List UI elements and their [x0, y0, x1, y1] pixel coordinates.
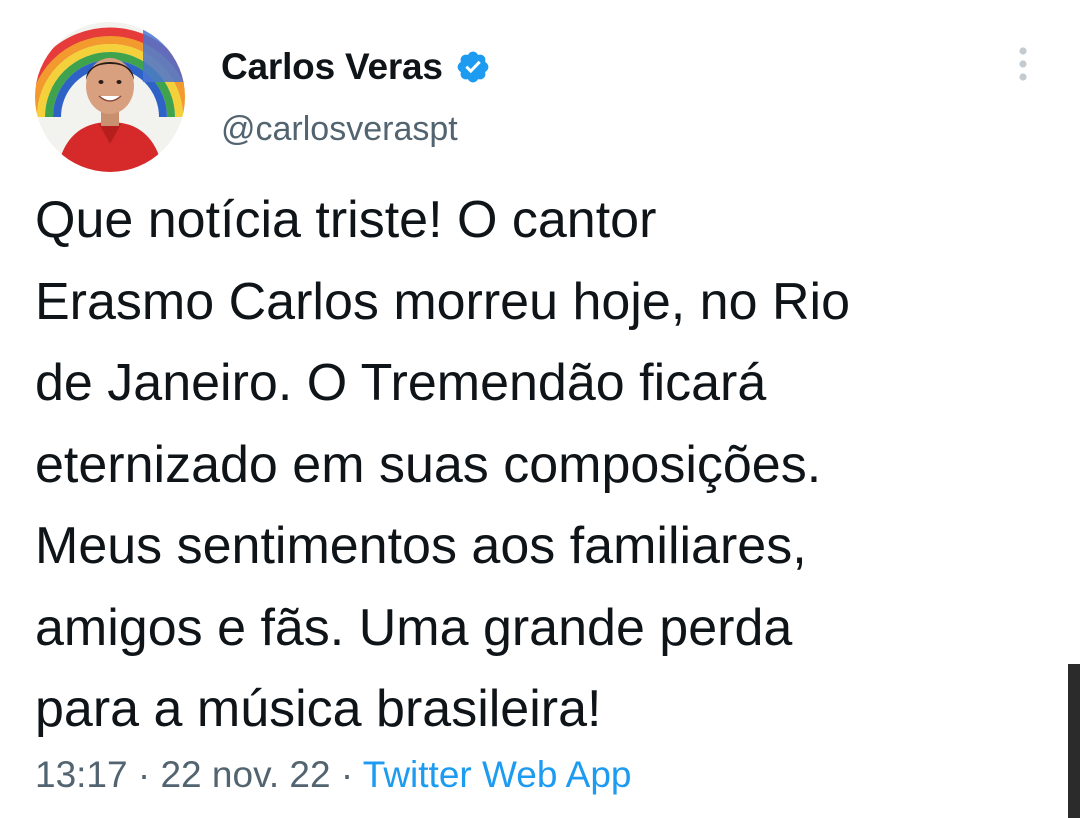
tweet-text-line: para a música brasileira! — [35, 680, 602, 738]
tweet: Carlos Veras @carlosveraspt Que notícia … — [0, 0, 1080, 818]
author-name-row[interactable]: Carlos Veras — [221, 42, 491, 92]
tweet-text: Que notícia triste! O cantor Erasmo Carl… — [35, 180, 1035, 751]
tweet-time[interactable]: 13:17 — [35, 754, 128, 795]
tweet-metadata: 13:17 · 22 nov. 22 · Twitter Web App — [35, 750, 632, 800]
scrollbar[interactable] — [1068, 664, 1080, 818]
tweet-text-line: eternizado em suas composições. — [35, 435, 822, 494]
tweet-text-line: amigos e fãs. Uma grande perda — [35, 598, 793, 657]
tweet-text-line: de Janeiro. O Tremendão ficará — [35, 354, 767, 412]
more-vertical-icon[interactable] — [1010, 44, 1036, 84]
meta-separator: · — [137, 754, 151, 795]
profile-photo — [35, 22, 185, 172]
avatar[interactable] — [35, 22, 185, 172]
meta-separator: · — [340, 754, 354, 795]
tweet-text-line: Que notícia triste! O cantor — [35, 191, 657, 249]
tweet-text-line: Meus sentimentos aos familiares, — [35, 517, 807, 575]
tweet-source-link[interactable]: Twitter Web App — [363, 754, 632, 795]
tweet-date[interactable]: 22 nov. 22 — [160, 754, 330, 795]
verified-badge-icon — [455, 49, 491, 85]
display-name[interactable]: Carlos Veras — [221, 42, 443, 92]
author-handle[interactable]: @carlosveraspt — [221, 106, 458, 152]
tweet-text-line: Erasmo Carlos morreu hoje, no Rio — [35, 272, 850, 331]
